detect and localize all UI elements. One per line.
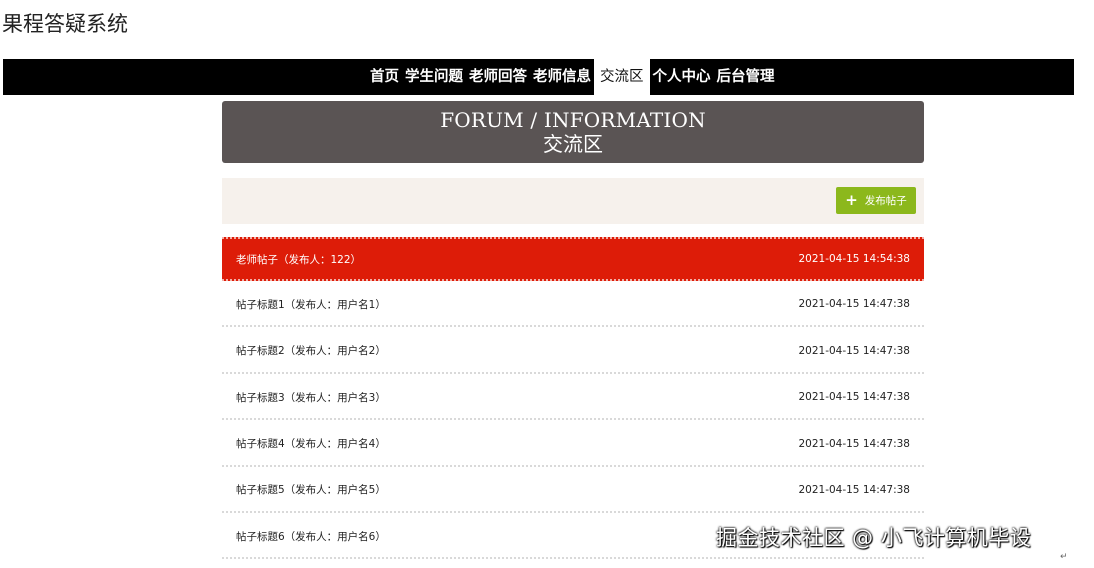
post-row[interactable]: 帖子标题3（发布人：用户名3） 2021-04-15 14:47:38: [222, 376, 924, 421]
post-row[interactable]: 帖子标题4（发布人：用户名4） 2021-04-15 14:47:38: [222, 423, 924, 467]
corner-mark: ↵: [1060, 552, 1068, 562]
post-title[interactable]: 老师帖子（发布人：122）: [236, 252, 361, 267]
post-row[interactable]: 帖子标题2（发布人：用户名2） 2021-04-15 14:47:38: [222, 330, 924, 374]
watermark: 掘金技术社区 @ 小飞计算机毕设: [716, 526, 1032, 550]
publish-post-button[interactable]: + 发布帖子: [836, 187, 916, 214]
plus-icon: +: [845, 191, 858, 209]
banner-title-en: FORUM / INFORMATION: [440, 108, 706, 132]
site-title: 果程答疑系统: [2, 12, 128, 36]
top-navbar: 首页 学生问题 老师回答 老师信息 交流区 个人中心 后台管理: [3, 59, 1074, 95]
forum-banner: FORUM / INFORMATION 交流区: [222, 101, 924, 163]
publish-post-label: 发布帖子: [864, 195, 907, 207]
post-title[interactable]: 帖子标题2（发布人：用户名2）: [236, 343, 386, 358]
post-row[interactable]: 帖子标题5（发布人：用户名5） 2021-04-15 14:47:38: [222, 469, 924, 513]
nav-item-teacher-answers[interactable]: 老师回答: [466, 59, 530, 95]
post-time: 2021-04-15 14:47:38: [798, 437, 910, 450]
post-row[interactable]: 老师帖子（发布人：122） 2021-04-15 14:54:38: [222, 237, 924, 281]
post-title[interactable]: 帖子标题3（发布人：用户名3）: [236, 390, 386, 405]
post-time: 2021-04-15 14:54:38: [798, 253, 910, 265]
forum-toolbar: + 发布帖子: [222, 178, 924, 224]
post-title[interactable]: 帖子标题1（发布人：用户名1）: [236, 297, 386, 312]
nav-item-admin[interactable]: 后台管理: [714, 59, 778, 95]
post-title[interactable]: 帖子标题4（发布人：用户名4）: [236, 436, 386, 451]
post-time: 2021-04-15 14:47:38: [798, 344, 910, 357]
post-row[interactable]: 帖子标题1（发布人：用户名1） 2021-04-15 14:47:38: [222, 283, 924, 328]
post-title[interactable]: 帖子标题5（发布人：用户名5）: [236, 482, 386, 497]
post-title[interactable]: 帖子标题6（发布人：用户名6）: [236, 529, 386, 544]
nav-item-teacher-info[interactable]: 老师信息: [530, 59, 594, 95]
nav-item-personal-center[interactable]: 个人中心: [650, 59, 714, 95]
post-time: 2021-04-15 14:47:38: [798, 391, 910, 404]
post-time: 2021-04-15 14:47:38: [798, 483, 910, 496]
nav-item-forum[interactable]: 交流区: [594, 59, 650, 95]
nav-menu: 首页 学生问题 老师回答 老师信息 交流区 个人中心 后台管理: [367, 59, 778, 95]
post-time: 2021-04-15 14:47:38: [798, 298, 910, 311]
post-list: 老师帖子（发布人：122） 2021-04-15 14:54:38 帖子标题1（…: [222, 237, 924, 562]
nav-item-student-questions[interactable]: 学生问题: [402, 59, 466, 95]
nav-item-home[interactable]: 首页: [367, 59, 402, 95]
banner-title-cn: 交流区: [543, 132, 603, 156]
